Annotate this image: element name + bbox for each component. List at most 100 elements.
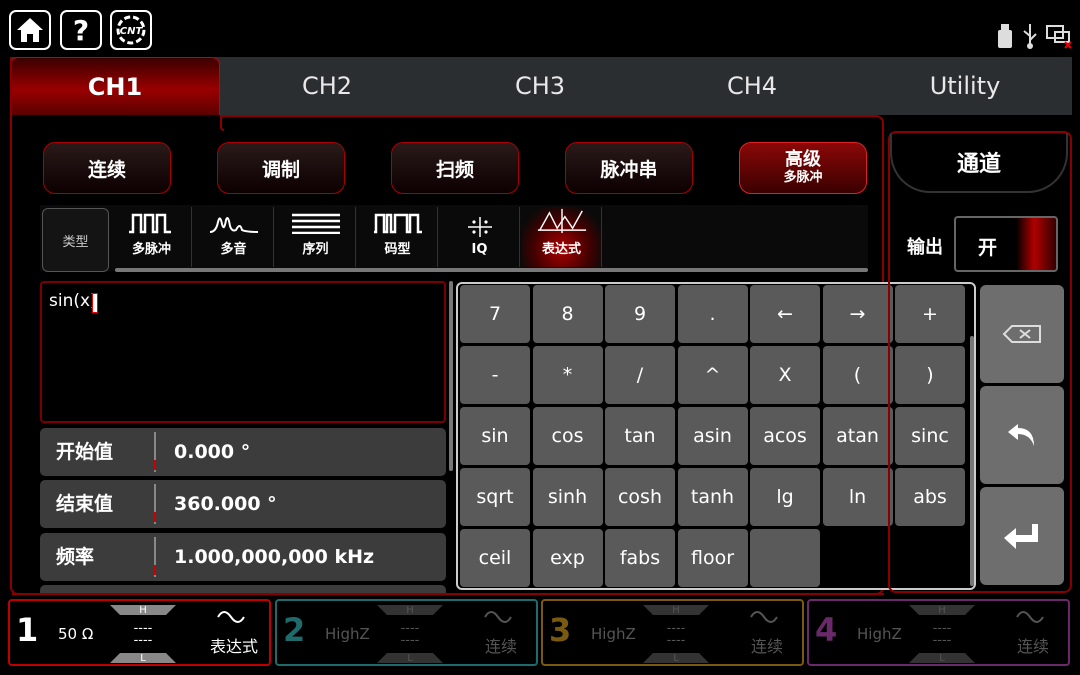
channel-number: 3 xyxy=(549,611,572,649)
param-separator xyxy=(154,432,156,472)
mode-label: 扫频 xyxy=(435,158,474,181)
tab-ch3[interactable]: CH3 xyxy=(434,57,646,115)
key-cosh[interactable]: cosh xyxy=(605,468,675,526)
tab-label: Utility xyxy=(929,72,1001,100)
type-pattern[interactable]: 码型 xyxy=(358,207,438,267)
key-^[interactable]: ^ xyxy=(677,346,748,404)
key-asin[interactable]: asin xyxy=(677,407,748,465)
channel-card-4[interactable]: 4 HighZ H ---- ---- L 连续 xyxy=(807,599,1070,666)
param-end-value[interactable]: 结束值 360.000 ° xyxy=(40,480,446,528)
type-iq[interactable]: IQ xyxy=(440,207,520,267)
key-exp[interactable]: exp xyxy=(532,529,603,587)
mode-continuous-button[interactable]: 连续 xyxy=(43,142,171,194)
key-atan[interactable]: atan xyxy=(822,407,893,465)
channel-card-3[interactable]: 3 HighZ H ---- ---- L 连续 xyxy=(541,599,804,666)
level-low-label: L xyxy=(140,653,146,664)
level-high-label: H xyxy=(139,605,147,616)
key-9[interactable]: 9 xyxy=(605,285,675,343)
sine-wave-icon xyxy=(463,609,533,629)
param-scrollbar[interactable] xyxy=(449,281,453,471)
key-7[interactable]: 7 xyxy=(460,285,530,343)
level-low-label: L xyxy=(673,653,679,664)
key-sin[interactable]: sin xyxy=(460,407,530,465)
help-button[interactable]: ? xyxy=(60,10,102,50)
channel-impedance: HighZ xyxy=(857,625,902,643)
tab-ch4[interactable]: CH4 xyxy=(646,57,858,115)
mode-advanced-button[interactable]: 高级 多脉冲 xyxy=(739,142,867,194)
usb-drive-icon xyxy=(998,24,1012,48)
key-blank[interactable] xyxy=(750,529,820,587)
cnt-logo-icon: CNT xyxy=(116,15,146,45)
usb-icon xyxy=(1023,24,1037,49)
key-8[interactable]: 8 xyxy=(532,285,603,343)
mode-sweep-button[interactable]: 扫频 xyxy=(391,142,519,194)
key-fabs[interactable]: fabs xyxy=(605,529,675,587)
param-label: 结束值 xyxy=(56,493,114,515)
param-start-value[interactable]: 开始值 0.000 ° xyxy=(40,428,446,476)
key-.[interactable]: . xyxy=(677,285,748,343)
type-sequence[interactable]: 序列 xyxy=(276,207,356,267)
mode-sublabel: 多脉冲 xyxy=(783,170,823,185)
param-value: 360.000 ° xyxy=(174,493,277,515)
type-multi-pulse[interactable]: 多脉冲 xyxy=(112,207,192,267)
channel-number: 4 xyxy=(815,611,838,649)
param-next-partial xyxy=(40,585,446,593)
expression-icon xyxy=(537,208,586,234)
mode-burst-button[interactable]: 脉冲串 xyxy=(565,142,693,194)
channel-number: 1 xyxy=(16,611,39,649)
channel-level-indicator: H ---- ---- L xyxy=(110,605,176,664)
type-row-scrollbar[interactable] xyxy=(115,268,868,272)
channel-settings-header[interactable]: 通道 xyxy=(890,133,1068,193)
mode-modulation-button[interactable]: 调制 xyxy=(217,142,345,194)
type-item-label: 多脉冲 xyxy=(131,242,171,257)
type-expression[interactable]: 表达式 xyxy=(522,207,602,267)
channel-impedance: HighZ xyxy=(325,625,370,643)
channel-card-1[interactable]: 1 50 Ω H ---- ---- L 表达式 xyxy=(8,599,271,666)
key-sqrt[interactable]: sqrt xyxy=(460,468,530,526)
multi-pulse-icon xyxy=(128,213,171,234)
key--[interactable]: - xyxy=(460,346,530,404)
key-([interactable]: ( xyxy=(822,346,893,404)
tab-ch2[interactable]: CH2 xyxy=(222,57,432,115)
type-item-label: 序列 xyxy=(302,242,329,257)
param-separator xyxy=(154,484,156,524)
channel-mode: 连续 xyxy=(484,637,517,656)
key-lg[interactable]: lg xyxy=(750,468,820,526)
channel-mode: 连续 xyxy=(1016,637,1049,656)
level-low-label: L xyxy=(939,653,945,664)
output-toggle[interactable]: 开 xyxy=(954,216,1058,272)
key-floor[interactable]: floor xyxy=(677,529,748,587)
side-panel xyxy=(888,131,1072,593)
help-icon: ? xyxy=(72,13,90,47)
key-/[interactable]: / xyxy=(605,346,675,404)
param-frequency[interactable]: 频率 1.000,000,000 kHz xyxy=(40,533,446,581)
cnt-logo-button[interactable]: CNT xyxy=(110,10,152,50)
key-sinh[interactable]: sinh xyxy=(532,468,603,526)
text-cursor xyxy=(92,293,98,313)
key-*[interactable]: * xyxy=(532,346,603,404)
key-→[interactable]: → xyxy=(822,285,893,343)
channel-level-indicator: H ---- ---- L xyxy=(643,605,709,664)
key-←[interactable]: ← xyxy=(750,285,820,343)
expression-input[interactable]: sin(x) xyxy=(40,281,446,423)
pattern-icon xyxy=(373,213,422,234)
tab-utility[interactable]: Utility xyxy=(858,57,1072,115)
key-tanh[interactable]: tanh xyxy=(677,468,748,526)
type-multi-tone[interactable]: 多音 xyxy=(194,207,274,267)
type-label: 类型 xyxy=(62,234,89,250)
side-panel-title: 通道 xyxy=(956,152,1001,177)
channel-card-2[interactable]: 2 HighZ H ---- ---- L 连续 xyxy=(275,599,538,666)
key-ln[interactable]: ln xyxy=(822,468,893,526)
mode-label: 连续 xyxy=(87,158,126,181)
home-button[interactable] xyxy=(9,10,51,50)
param-label: 开始值 xyxy=(56,441,114,463)
key-X[interactable]: X xyxy=(750,346,820,404)
key-tan[interactable]: tan xyxy=(605,407,675,465)
key-ceil[interactable]: ceil xyxy=(460,529,530,587)
key-cos[interactable]: cos xyxy=(532,407,603,465)
iq-icon xyxy=(467,217,492,237)
key-acos[interactable]: acos xyxy=(750,407,820,465)
level-low-label: L xyxy=(407,653,413,664)
type-item-label: 码型 xyxy=(384,242,411,257)
type-label-box: 类型 xyxy=(42,208,109,272)
